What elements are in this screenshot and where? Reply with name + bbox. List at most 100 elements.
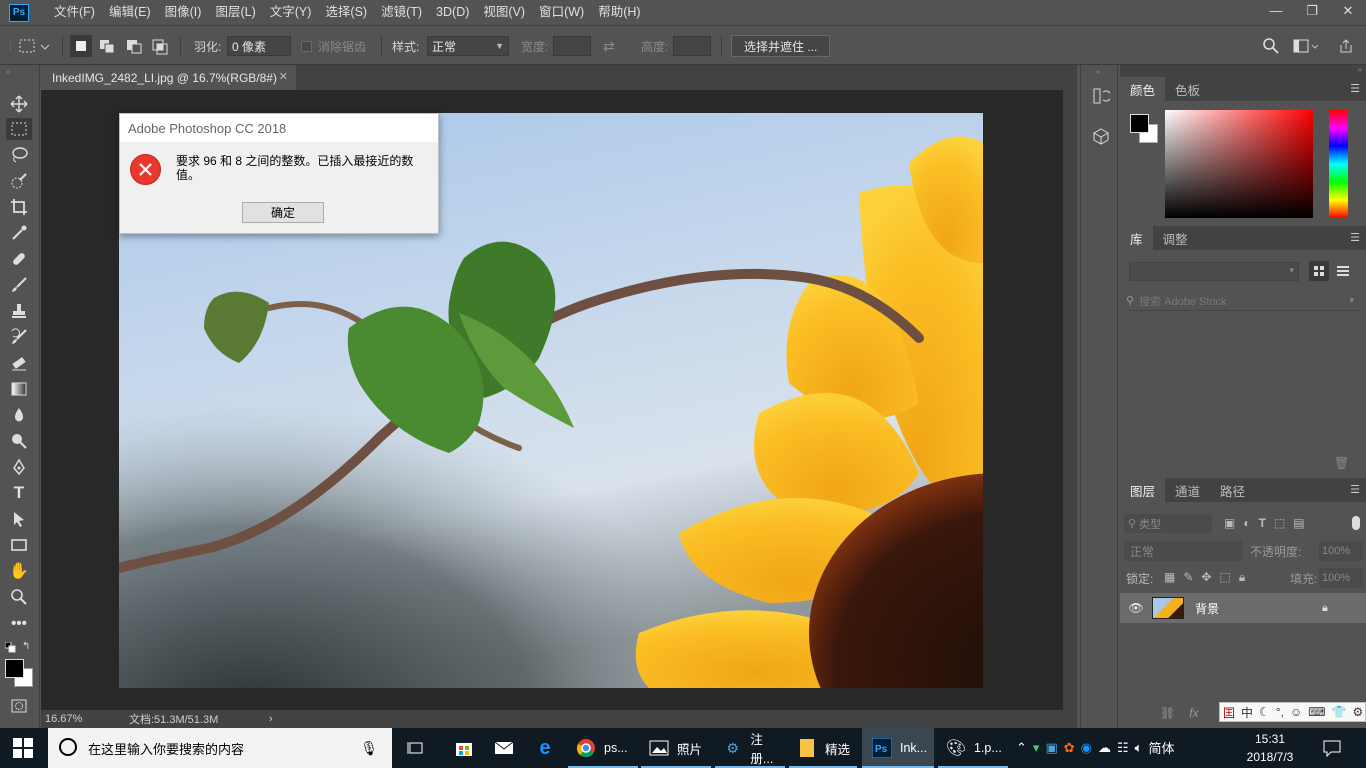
subtract-selection-icon[interactable] [124,26,144,66]
tab-layers[interactable]: 图层 [1120,478,1166,502]
width-input[interactable] [553,36,591,56]
fx-icon[interactable]: fx [1189,706,1198,720]
tray-app-icon[interactable]: ☁ [1098,740,1111,756]
tab-paths[interactable]: 路径 [1210,478,1255,502]
new-selection-icon[interactable] [70,26,92,66]
taskbar-app-paint[interactable]: 🎨︎ 1.p... [938,728,1008,768]
hand-tool-icon[interactable]: ✋ [6,560,32,582]
layer-filter-select[interactable]: ⚲ 类型 [1124,514,1212,533]
menu-select[interactable]: 选择(S) [318,0,374,25]
height-input[interactable] [673,36,711,56]
mail-icon[interactable] [486,728,522,768]
history-brush-tool-icon[interactable] [6,326,32,348]
punctuation-icon[interactable]: °, [1273,705,1287,719]
vertical-scrollbar[interactable] [1063,90,1077,710]
shape-filter-icon[interactable]: ⬚ [1274,516,1285,530]
rectangle-tool-icon[interactable] [6,534,32,556]
brush-tool-icon[interactable] [6,274,32,296]
style-select[interactable]: 正常 ▼ [427,36,509,56]
menu-filter[interactable]: 滤镜(T) [374,0,429,25]
taskbar-app-chrome[interactable]: ps... [568,728,638,768]
intersect-selection-icon[interactable] [150,26,170,66]
dodge-tool-icon[interactable] [6,430,32,452]
skin-icon[interactable]: 👕 [1329,705,1350,719]
ime-logo-icon[interactable]: 囯 [1220,704,1238,721]
task-view-icon[interactable] [398,728,434,768]
edge-icon[interactable]: e [527,728,563,768]
menu-layer[interactable]: 图层(L) [208,0,262,25]
menu-window[interactable]: 窗口(W) [532,0,591,25]
tray-overflow-icon[interactable]: ⌃ [1016,740,1027,756]
history-panel-icon[interactable] [1092,87,1112,108]
menu-help[interactable]: 帮助(H) [591,0,647,25]
grid-view-icon[interactable] [1309,261,1329,281]
stock-search[interactable]: ⚲ 搜索 Adobe Stock ▾ [1126,291,1360,311]
store-icon[interactable] [446,728,482,768]
lock-artboard-icon[interactable]: ⬚ [1219,570,1230,585]
ok-button[interactable]: 确定 [242,202,324,223]
layer-name[interactable]: 背景 [1195,600,1219,617]
taskbar-app-photos[interactable]: 照片 [641,728,711,768]
taskbar-app-registry[interactable]: ⚙ 注册... [715,728,785,768]
menu-3d[interactable]: 3D(D) [429,0,476,25]
document-tab[interactable]: InkedIMG_2482_LI.jpg @ 16.7%(RGB/8#) ✕ [41,65,296,90]
tab-color[interactable]: 颜色 [1120,77,1166,101]
move-tool-icon[interactable] [6,93,32,115]
foreground-color-swatch[interactable] [5,659,24,678]
emoji-icon[interactable]: ☺ [1287,705,1305,719]
marquee-preset-icon[interactable] [18,26,52,66]
quick-select-tool-icon[interactable] [6,170,32,192]
tab-adjustments[interactable]: 调整 [1153,226,1198,250]
restore-button[interactable]: ❐ [1294,0,1330,22]
search-icon[interactable] [1262,26,1280,66]
keyboard-icon[interactable]: ⌨ [1305,705,1328,719]
notification-icon[interactable] [1322,739,1342,760]
smart-object-filter-icon[interactable]: ▤ [1293,516,1304,530]
lasso-tool-icon[interactable] [6,144,32,166]
select-and-mask-button[interactable]: 选择并遮住 ... [731,35,831,57]
tray-app-icon[interactable]: ✿ [1064,740,1075,756]
color-field[interactable] [1165,110,1313,218]
pixel-filter-icon[interactable]: ▣ [1224,516,1235,530]
crop-tool-icon[interactable] [6,196,32,218]
menu-view[interactable]: 视图(V) [476,0,532,25]
menu-file[interactable]: 文件(F) [47,0,102,25]
taskbar-app-photoshop[interactable]: Ps Ink... [862,728,934,768]
menu-type[interactable]: 文字(Y) [263,0,319,25]
filter-toggle[interactable] [1352,516,1360,530]
lock-all-icon[interactable]: 🔒︎ [1239,570,1245,585]
default-colors-icon[interactable] [4,641,17,657]
collapse-right-icon[interactable]: » [1120,65,1366,77]
share-icon[interactable] [1337,26,1355,66]
ime-mode[interactable]: 中 [1238,704,1256,721]
eyedropper-tool-icon[interactable] [6,222,32,244]
fill-input[interactable]: 100% [1319,568,1363,588]
settings-icon[interactable]: ⚙ [1349,705,1366,719]
tray-app-icon[interactable]: ▣ [1045,740,1057,756]
hue-slider[interactable] [1329,110,1348,218]
lock-position-icon[interactable]: ✥ [1201,570,1211,585]
list-view-icon[interactable] [1333,261,1353,281]
marquee-tool-icon[interactable] [6,118,32,140]
more-tools-icon[interactable]: ••• [6,612,32,634]
foreground-color-swatch[interactable] [1130,114,1149,133]
tray-app-icon[interactable]: ◉ [1081,740,1092,756]
gradient-tool-icon[interactable] [6,378,32,400]
close-button[interactable]: ✕ [1330,0,1366,22]
tab-library[interactable]: 库 [1120,226,1153,250]
minimize-button[interactable]: — [1258,0,1294,22]
pen-tool-icon[interactable] [6,456,32,478]
properties-panel-icon[interactable] [1092,127,1110,148]
panel-menu-icon[interactable]: ☰ [1350,483,1360,496]
trash-icon[interactable]: 🗑 [1334,456,1349,470]
swap-dimensions-icon[interactable]: ⇄ [603,26,615,66]
antialias-checkbox[interactable]: 消除锯齿 [301,26,366,66]
collapse-tools-icon[interactable]: » [6,67,10,76]
tab-swatches[interactable]: 色板 [1165,77,1210,101]
moon-icon[interactable]: ☾ [1256,705,1273,719]
taskbar-search[interactable]: 在这里输入你要搜索的内容 🎙︎ [48,728,392,768]
blur-tool-icon[interactable] [6,404,32,426]
volume-icon[interactable]: 🔈︎ [1135,740,1143,756]
lock-pixels-icon[interactable]: ✎ [1183,570,1193,585]
library-select[interactable]: ▾ [1129,262,1299,281]
